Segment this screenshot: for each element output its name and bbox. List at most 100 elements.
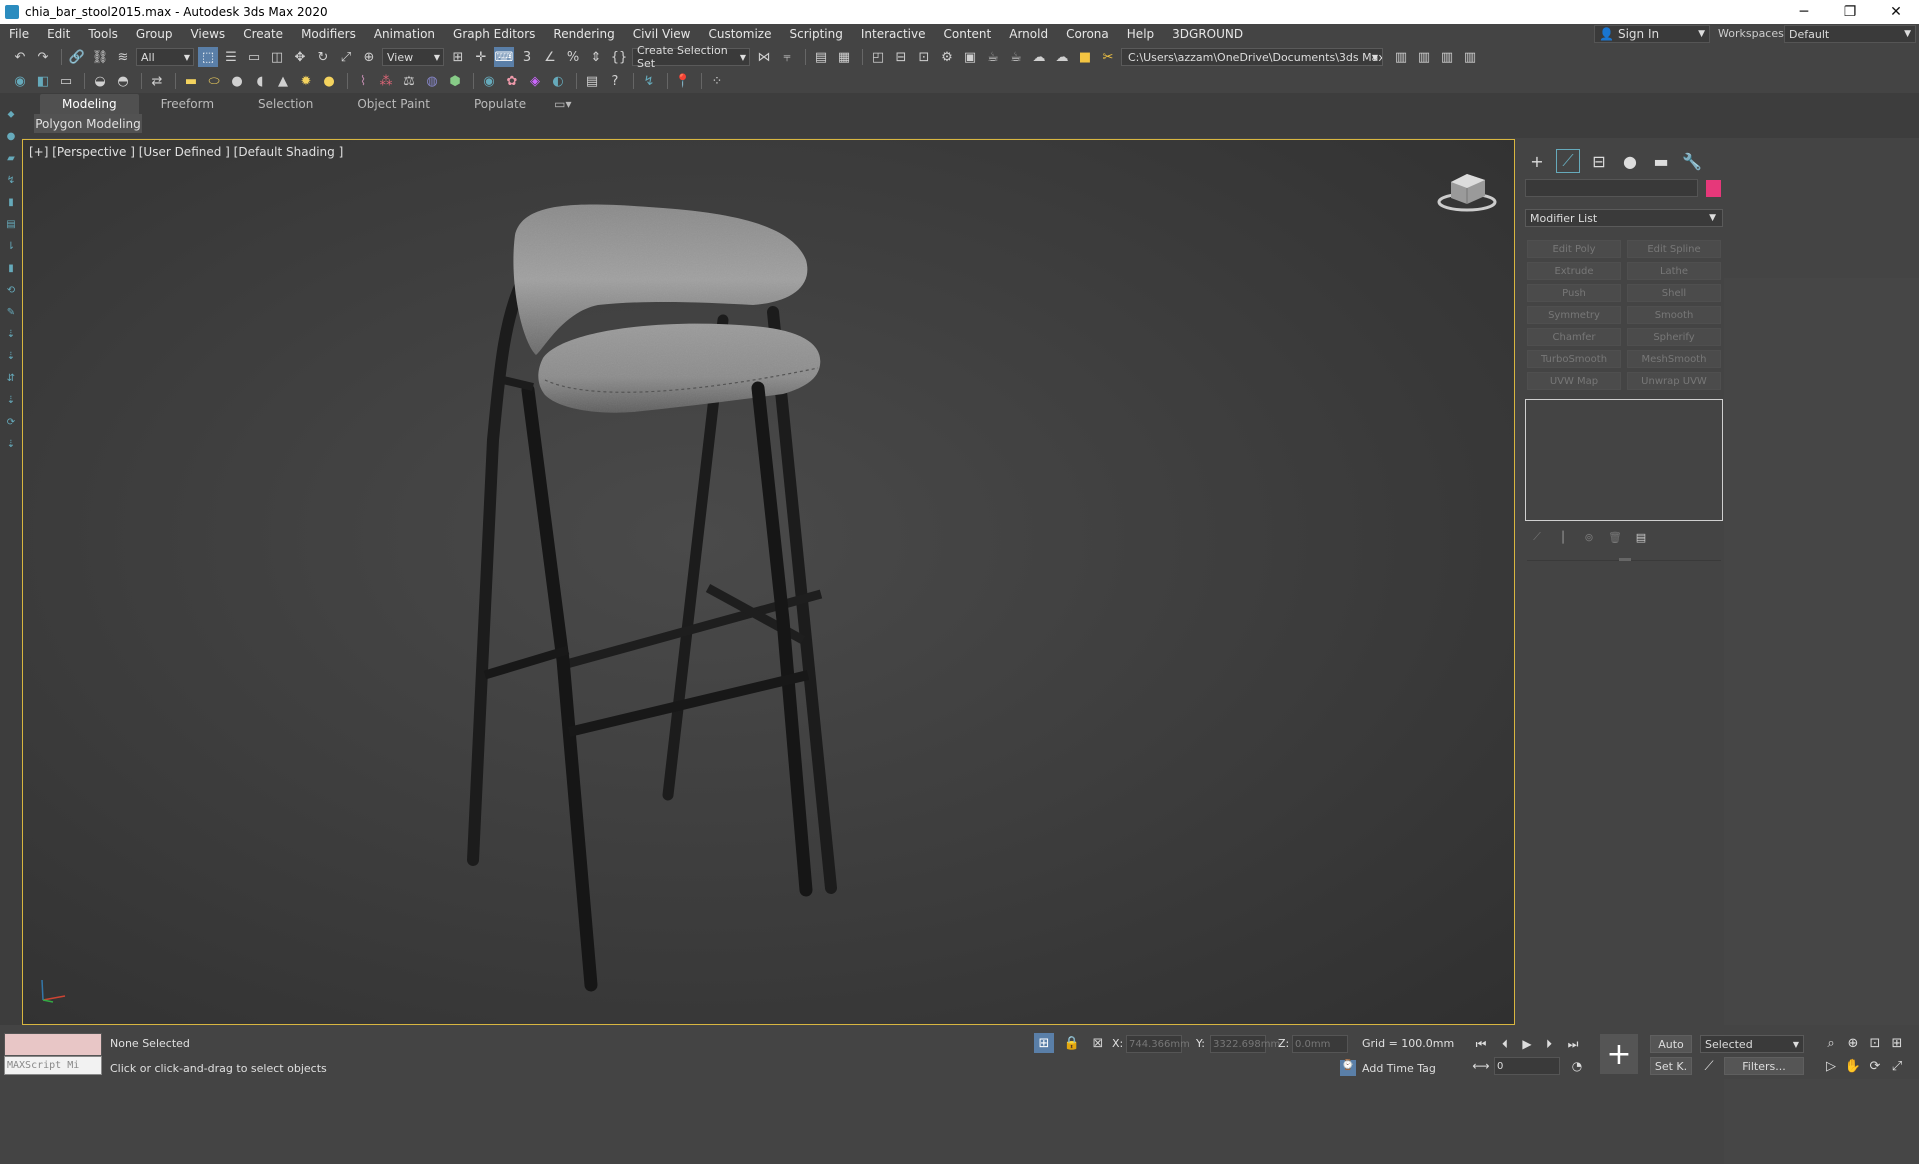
project-folder-path[interactable]: C:\Users\azzam\OneDrive\Documents\3ds Ma… [1121, 48, 1383, 66]
tab-selection[interactable]: Selection [236, 94, 335, 114]
unlink-icon[interactable]: ⛓ [90, 47, 110, 67]
modifier-meshsmooth-button[interactable]: MeshSmooth [1627, 350, 1721, 368]
object-name-field[interactable] [1525, 179, 1698, 197]
modifier-spherify-button[interactable]: Spherify [1627, 328, 1721, 346]
reference-coordinate-dropdown[interactable]: View ▼ [382, 48, 444, 66]
cameras-filter-icon[interactable]: ▤ [0, 213, 22, 235]
move-icon[interactable]: ✥ [290, 47, 310, 67]
selection-filter-dropdown[interactable]: All ▼ [136, 48, 194, 66]
modifier-edit-spline-button[interactable]: Edit Spline [1627, 240, 1721, 258]
menu-corona[interactable]: Corona [1057, 27, 1118, 41]
z-coordinate-field[interactable]: 0.0mm [1292, 1035, 1348, 1053]
save-file-icon[interactable]: ▭ [56, 71, 76, 91]
effects-icon[interactable]: ✿ [502, 71, 522, 91]
bind-space-warp-icon[interactable]: ≋ [113, 47, 133, 67]
rectangular-selection-icon[interactable]: ▭ [244, 47, 264, 67]
zoom-extents-icon[interactable]: ⊡ [1866, 1034, 1884, 1052]
menu-group[interactable]: Group [127, 27, 182, 41]
modifier-stack[interactable] [1525, 399, 1723, 521]
menu-interactive[interactable]: Interactive [852, 27, 935, 41]
place-icon[interactable]: ⊕ [359, 47, 379, 67]
grip-handle-icon[interactable]: ⁘ [707, 71, 727, 91]
window-crossing-icon[interactable]: ◫ [267, 47, 287, 67]
select-by-name-icon[interactable]: ☰ [221, 47, 241, 67]
polygon-modeling-panel[interactable]: Polygon Modeling [34, 114, 142, 133]
menu-customize[interactable]: Customize [699, 27, 780, 41]
selection-lock-icon[interactable]: 🔒 [1062, 1033, 1082, 1053]
snaps-toggle-icon[interactable]: 3 [517, 47, 537, 67]
sphere-icon[interactable]: ⬭ [204, 71, 224, 91]
x-coordinate-field[interactable]: 744.366mm [1126, 1035, 1190, 1053]
groups-filter-icon[interactable]: ⟲ [0, 279, 22, 301]
angle-snap-icon[interactable]: ∠ [540, 47, 560, 67]
display-tab-icon[interactable]: ▬ [1649, 149, 1673, 173]
orbit-icon[interactable]: ⟳ [1866, 1057, 1884, 1075]
zoom-icon[interactable]: ⌕ [1822, 1034, 1840, 1052]
systems-icon[interactable]: ⬢ [445, 71, 465, 91]
menu-3dground[interactable]: 3DGROUND [1163, 27, 1252, 41]
render-production-icon[interactable]: ☕ [983, 47, 1003, 67]
modifier-lathe-button[interactable]: Lathe [1627, 262, 1721, 280]
sort-filter-icon[interactable]: ⟳ [0, 411, 22, 433]
zoom-all-icon[interactable]: ⊕ [1844, 1034, 1862, 1052]
geometry-filter-icon[interactable]: ▰ [0, 147, 22, 169]
modifier-extrude-button[interactable]: Extrude [1527, 262, 1621, 280]
rendered-frame-window-icon[interactable]: ▣ [960, 47, 980, 67]
modifier-push-button[interactable]: Push [1527, 284, 1621, 302]
key-filters-icon[interactable]: ⟋ [1700, 1057, 1718, 1075]
menu-civil-view[interactable]: Civil View [624, 27, 700, 41]
field-of-view-icon[interactable]: ▷ [1822, 1057, 1840, 1075]
space-warps-filter-icon[interactable]: ▮ [0, 257, 22, 279]
box-icon[interactable]: ▬ [181, 71, 201, 91]
modifier-smooth-button[interactable]: Smooth [1627, 306, 1721, 324]
align-icon[interactable]: ⫧ [777, 47, 797, 67]
render-to-texture-icon[interactable]: ◈ [525, 71, 545, 91]
pin-stack-icon[interactable]: ⟋ [1529, 529, 1545, 545]
previous-frame-icon[interactable]: ⏴ [1496, 1035, 1514, 1053]
modifier-edit-poly-button[interactable]: Edit Poly [1527, 240, 1621, 258]
viewcube[interactable] [1435, 168, 1499, 214]
spinner-snap-icon[interactable]: ⇕ [586, 47, 606, 67]
ribbon-options-icon[interactable]: ▭▾ [548, 94, 577, 114]
keyboard-shortcut-override-icon[interactable]: ⌨ [494, 47, 514, 67]
shapes-filter-icon[interactable]: ↯ [0, 169, 22, 191]
tab-populate[interactable]: Populate [452, 94, 548, 114]
pan-view-icon[interactable]: ✋ [1844, 1057, 1862, 1075]
set-key-mode-button[interactable]: Set K. [1650, 1057, 1692, 1075]
spline-icon[interactable]: ⌇ [353, 71, 373, 91]
exposure-icon[interactable]: ◐ [548, 71, 568, 91]
go-to-end-icon[interactable]: ⏭ [1564, 1035, 1582, 1053]
scale-icon[interactable]: ⤢ [336, 47, 356, 67]
project-open-icon[interactable]: ▥ [1414, 47, 1434, 67]
corona-render-icon[interactable]: ■ [1075, 47, 1095, 67]
current-frame-field[interactable]: 0 [1494, 1057, 1560, 1075]
modifier-turbosmooth-button[interactable]: TurboSmooth [1527, 350, 1621, 368]
rotate-icon[interactable]: ↻ [313, 47, 333, 67]
tab-freeform[interactable]: Freeform [139, 94, 236, 114]
add-time-tag[interactable]: ⌚ Add Time Tag [1340, 1060, 1436, 1076]
modifier-list-dropdown[interactable]: Modifier List ▼ [1525, 209, 1723, 227]
menu-file[interactable]: File [0, 27, 38, 41]
cylinder-icon[interactable]: ◖ [250, 71, 270, 91]
undo-icon[interactable]: ↶ [10, 47, 30, 67]
bar-stool-model[interactable] [23, 140, 1515, 1025]
asset-tracking-icon[interactable]: ⇄ [147, 71, 167, 91]
menu-modifiers[interactable]: Modifiers [292, 27, 365, 41]
named-selection-set-dropdown[interactable]: Create Selection Set ▼ [632, 44, 750, 70]
particles-filter-icon[interactable]: ⇣ [0, 345, 22, 367]
perspective-viewport[interactable]: [+] [Perspective ] [User Defined ] [Defa… [22, 139, 1515, 1025]
select-object-icon[interactable]: ⬚ [198, 47, 218, 67]
menu-help[interactable]: Help [1118, 27, 1163, 41]
mirror-icon[interactable]: ⋈ [754, 47, 774, 67]
display-none-icon[interactable]: ● [0, 125, 22, 147]
hierarchy-tab-icon[interactable]: ⊟ [1587, 149, 1611, 173]
render-in-cloud-icon[interactable]: ☁ [1052, 47, 1072, 67]
modifier-chamfer-button[interactable]: Chamfer [1527, 328, 1621, 346]
modifier-shell-button[interactable]: Shell [1627, 284, 1721, 302]
key-filter-selection-dropdown[interactable]: Selected ▼ [1700, 1035, 1804, 1053]
menu-animation[interactable]: Animation [365, 27, 444, 41]
play-icon[interactable]: ▶ [1518, 1035, 1536, 1053]
menu-edit[interactable]: Edit [38, 27, 79, 41]
hide-filter-icon[interactable]: ⇵ [0, 367, 22, 389]
lights-filter-icon[interactable]: ▮ [0, 191, 22, 213]
